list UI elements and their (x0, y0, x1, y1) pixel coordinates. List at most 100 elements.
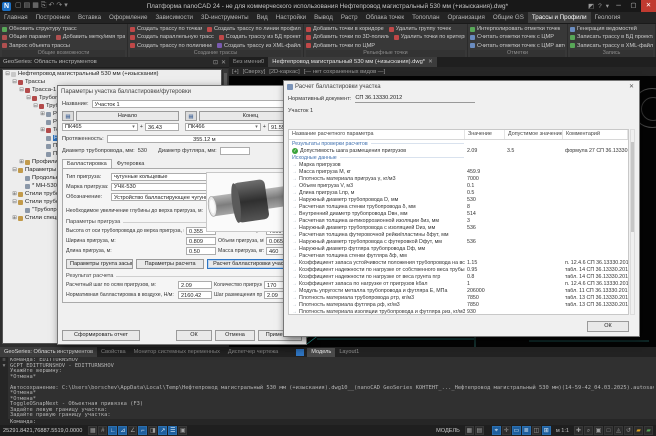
status-icon[interactable]: ▰ (644, 426, 653, 435)
status-icon[interactable]: ☰ (168, 426, 177, 435)
designation-input[interactable]: Устройство балластирующее чугунное кольц… (111, 193, 213, 201)
titlebar-icon[interactable]: ◩ (588, 2, 594, 10)
status-icon[interactable]: ◬ (614, 426, 623, 435)
ribbon-button[interactable]: Записать трассу в XML-файл (570, 43, 653, 49)
quick-access-icon[interactable]: ▢ (15, 0, 22, 12)
tree-expander[interactable]: ⊟ (18, 87, 25, 93)
tree-expander[interactable]: ⊟ (4, 71, 11, 77)
tree-expander[interactable]: ⊟ (11, 79, 18, 85)
ribbon-button[interactable]: Создать трассу по линии профиля (207, 26, 301, 32)
panel-tab[interactable]: Свойства (97, 347, 130, 357)
param-value-input[interactable]: 0.809 (186, 237, 216, 245)
case-diameter-input[interactable] (220, 147, 250, 155)
status-icon[interactable]: ∟ (108, 426, 117, 435)
ribbon-tab[interactable]: Геология (591, 12, 625, 23)
panel-tab[interactable]: Монитор системных переменных (130, 347, 224, 357)
ribbon-button[interactable]: Создать трассу по полилинии (130, 43, 212, 49)
viewport-control[interactable]: [— нет сохраненных видов —] (304, 69, 386, 75)
status-icon[interactable]: ⊞ (542, 426, 551, 435)
status-icon[interactable]: ◨ (148, 426, 157, 435)
ribbon-button[interactable]: Записать трассу в БД проекта (570, 34, 653, 40)
viewport-control[interactable]: [+] (232, 69, 239, 75)
ribbon-tab[interactable]: Настройки (272, 12, 310, 23)
quick-access-icon[interactable]: ▦ (32, 0, 39, 12)
panel-close-icon[interactable]: ✕ (221, 59, 226, 66)
panel-dock-icon[interactable]: ⊡ (213, 59, 218, 66)
param-row[interactable]: →Наружный диаметр футляра трубопровода D… (289, 245, 628, 252)
status-icon[interactable]: ↺ (624, 426, 633, 435)
ribbon-tab[interactable]: Главная (0, 12, 32, 23)
tree-expander[interactable]: ⊞ (11, 191, 18, 197)
ribbon-button[interactable]: Считать отметки точек с ЦМР автом. (470, 43, 565, 49)
start-offset-input[interactable]: 36.43 (145, 123, 179, 131)
status-icon[interactable]: ▦ (465, 426, 474, 435)
quick-access-icon[interactable]: ↷ (56, 0, 62, 12)
section-tab[interactable]: Участок 1 (288, 108, 635, 114)
start-picket-select[interactable]: ПК465▾ (62, 123, 138, 131)
param-row[interactable]: →Плотность материала пригруза γ, кг/м370… (289, 175, 628, 182)
param-row[interactable]: →Внутренний диаметр трубопровода Dвн, мм… (289, 210, 628, 217)
dialog-tab[interactable]: Балластировка (62, 159, 112, 168)
param-row[interactable]: →Масса пригруза М, кг459.9 (289, 168, 628, 175)
model-tab[interactable]: Layout1 (335, 348, 363, 357)
ribbon-button[interactable]: Считать отметки точек с ЦМР (470, 34, 554, 40)
close-button[interactable]: ✕ (641, 0, 656, 12)
ribbon-tab[interactable]: Вставка (74, 12, 105, 23)
ribbon-button[interactable]: Общие параметры (2, 34, 51, 40)
table-scrollbar[interactable] (630, 129, 635, 315)
ribbon-button[interactable]: Добавить метку/имя трассы (56, 34, 125, 40)
tree-expander[interactable]: ⊞ (39, 127, 46, 133)
ribbon-button[interactable]: Удалить группу точек (389, 26, 451, 32)
param-row[interactable]: →Расчетная толщина стенки футляра δф, мм (289, 252, 628, 259)
ribbon-tab[interactable]: Облака точек (362, 12, 409, 23)
status-icon[interactable]: ✛ (502, 426, 511, 435)
param-row[interactable]: ✓Допустимость шага размещения пригрузов2… (289, 147, 628, 154)
tree-expander[interactable]: ⊟ (11, 199, 18, 205)
generate-report-button[interactable]: Сформировать отчет (62, 330, 140, 341)
viewport-control[interactable]: [Сверху] (243, 69, 266, 75)
tree-item[interactable]: ⊟Нефтепровод магистральный 530 мм (+изыс… (3, 70, 221, 78)
tree-expander[interactable]: ⊞ (39, 111, 46, 117)
status-icon[interactable]: ▦ (88, 426, 97, 435)
maximize-button[interactable]: ▢ (626, 0, 641, 12)
command-console[interactable]: ≡▾ Команда: EDITTURNSHOVGCPT_EDITTURNSHO… (0, 357, 656, 419)
ribbon-tab[interactable]: Вывод (310, 12, 337, 23)
panel-tab[interactable]: Диспетчер чертежа (224, 347, 282, 357)
ribbon-button[interactable]: Создать трассу из XML-файла (217, 43, 301, 49)
ok-button[interactable]: ОК (176, 330, 212, 341)
titlebar-icon[interactable]: ▾ (606, 2, 609, 10)
param-row[interactable]: →Длина пригруза Lпр, м0.5 (289, 189, 628, 196)
titlebar-icon[interactable]: ? (598, 3, 602, 10)
tree-expander[interactable]: ⊞ (11, 215, 18, 221)
ribbon-button[interactable]: Обновить структуру трасс (2, 26, 77, 32)
param-row[interactable]: →Модуль упругости металла трубопровода и… (289, 287, 628, 294)
quick-access-icon[interactable]: ▤ (24, 0, 31, 12)
quick-access-icon[interactable]: ▾ (64, 0, 68, 12)
tree-expander[interactable]: ⊟ (32, 103, 39, 109)
dialog-tab[interactable]: Футеровка (112, 159, 150, 168)
ribbon-tab[interactable]: Топоплан (408, 12, 443, 23)
ribbon-tab[interactable]: Вид (253, 12, 272, 23)
end-picket-select[interactable]: ПК466▾ (185, 123, 261, 131)
status-icon[interactable]: ⌖ (492, 426, 501, 435)
ribbon-tab[interactable]: Построение (32, 12, 74, 23)
status-icon[interactable]: ⌕ (584, 426, 593, 435)
status-icon[interactable]: ⊿ (118, 426, 127, 435)
quick-access-icon[interactable]: ⎘ (41, 0, 47, 12)
status-icon[interactable]: ▰ (634, 426, 643, 435)
status-icon[interactable]: ▣ (594, 426, 603, 435)
cancel-button[interactable]: Отмена (215, 330, 255, 341)
ribbon-button[interactable]: Создать трассу из БД проекта (219, 34, 301, 40)
ribbon-button[interactable]: Добавить точки по ЦМР (306, 43, 375, 49)
status-icon[interactable]: # (98, 426, 107, 435)
ribbon-button[interactable]: Добавить точки в коридоре (306, 26, 384, 32)
param-row[interactable]: →Расчетная толщина антикоррозионной изол… (289, 217, 628, 224)
start-header-button[interactable]: Начало (76, 111, 179, 121)
document-tab[interactable]: Без имени0 (229, 57, 268, 67)
quick-access-icon[interactable]: ↶ (48, 0, 54, 12)
ok-button[interactable]: ОК (587, 321, 629, 332)
ribbon-button[interactable]: Создать параллельную трассу (130, 34, 214, 40)
status-icon[interactable]: ⌐ (138, 426, 147, 435)
viewport-control[interactable]: [2D-каркас] (269, 69, 299, 75)
param-row[interactable]: →Марка пригрузов (289, 161, 628, 168)
